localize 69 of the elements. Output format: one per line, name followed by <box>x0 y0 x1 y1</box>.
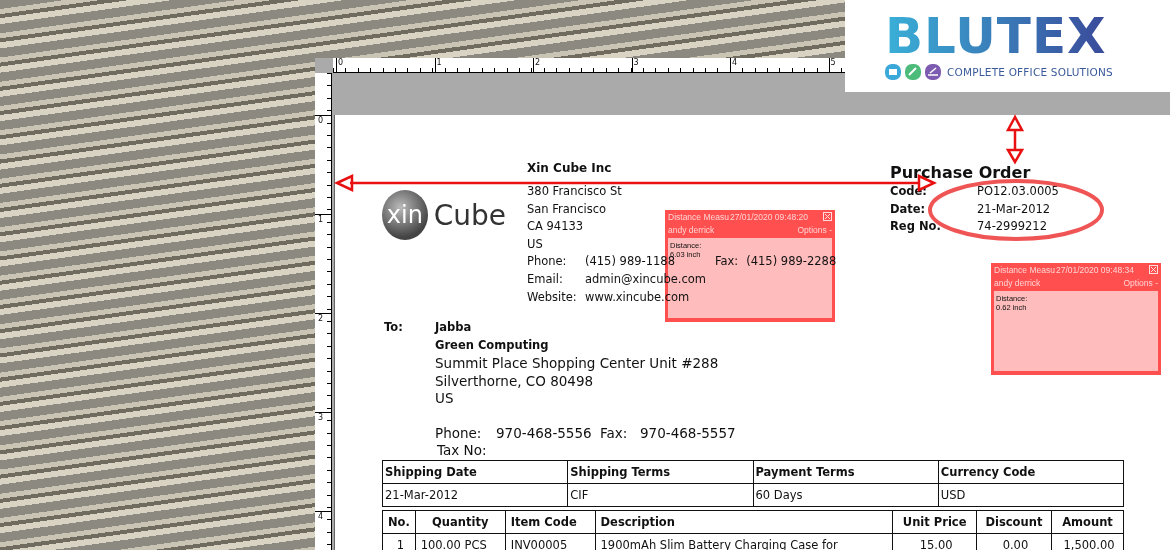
field-label: Date: <box>890 200 927 218</box>
ruler-label: 3 <box>315 412 331 511</box>
company-name: Xin Cube Inc <box>527 161 612 177</box>
field-label: Code: <box>890 183 928 200</box>
ruler-label: 3 <box>631 58 730 72</box>
table-cell: 1 <box>382 533 416 550</box>
close-icon[interactable] <box>823 212 832 221</box>
address-line: San Francisco <box>527 200 606 218</box>
ruler-label: 1 <box>315 214 331 313</box>
table-cell: 21-Mar-2012 <box>382 483 568 507</box>
table-cell: 60 Days <box>753 483 939 507</box>
column-header: Discount <box>976 510 1052 534</box>
column-header: Unit Price <box>892 510 977 534</box>
close-icon[interactable] <box>1149 265 1158 274</box>
address-line: CA 94133 <box>527 218 584 236</box>
field-label: Reg No. <box>890 218 942 236</box>
contact-label: Website: <box>527 288 578 306</box>
address-line: Summit Place Shopping Center Unit #288 <box>435 355 720 373</box>
ruler-label: 4 <box>315 511 331 550</box>
address-line: US <box>527 235 543 253</box>
column-header: Quantity <box>415 510 506 534</box>
brand-tagline: COMPLETE OFFICE SOLUTIONS <box>947 66 1113 78</box>
contact-label: Fax: <box>714 253 739 271</box>
logo-badge: xin <box>382 190 428 240</box>
contact-label: Email: <box>527 270 564 288</box>
recipient-name: Jabba <box>435 320 473 337</box>
ruler-label: 2 <box>533 58 632 72</box>
options-menu[interactable]: Options - <box>797 224 832 235</box>
recipient-label: To: <box>384 320 404 337</box>
logo-word: Cube <box>433 198 506 232</box>
address-line: 380 Francisco St <box>527 183 622 200</box>
double-arrow <box>1005 114 1025 165</box>
note-timestamp: 27/01/2020 09:48:34 <box>1055 264 1134 275</box>
contact-value: (415) 989-2288 <box>746 254 837 269</box>
column-header: Shipping Date <box>382 460 568 484</box>
field-value: 21-Mar-2012 <box>977 201 1051 216</box>
contact-label: Phone: <box>435 424 483 441</box>
office-icons <box>885 64 943 80</box>
note-title: Distance Measu <box>994 264 1055 275</box>
ruler-label: 1 <box>434 58 533 72</box>
contact-value: 970-468-5556 <box>496 424 593 441</box>
address-line: Silverthorne, CO 80498 <box>435 372 595 391</box>
column-header: Description <box>595 510 893 534</box>
note-author: andy derrick <box>994 277 1041 288</box>
tax-label: Tax No: <box>437 442 488 460</box>
ruler-label: 0 <box>336 58 435 72</box>
column-header: Shipping Terms <box>567 460 753 484</box>
field-value: PO12.03.0005 <box>977 184 1059 198</box>
column-header: Amount <box>1051 510 1124 534</box>
ruler-label: 4 <box>730 58 829 72</box>
column-header: No. <box>382 510 416 534</box>
column-header: Currency Code <box>938 460 1124 484</box>
document-title: Purchase Order <box>890 163 1032 183</box>
table-cell: USD <box>938 483 1124 507</box>
contact-label: Phone: <box>527 253 568 271</box>
field-value: 74-2999212 <box>977 219 1047 234</box>
ruler-label: 0 <box>315 115 331 214</box>
note-timestamp: 27/01/2020 09:48:20 <box>729 211 808 222</box>
contact-label: Fax: <box>600 424 629 441</box>
recipient-company: Green Computing <box>435 337 550 354</box>
note-title: Distance Measu <box>668 211 729 222</box>
note-author: andy derrick <box>668 224 715 235</box>
ruler-label: 2 <box>315 313 331 412</box>
contact-value: 970-468-5557 <box>640 424 736 441</box>
column-header: Item Code <box>505 510 596 534</box>
table-cell: CIF <box>567 483 753 507</box>
options-menu[interactable]: Options - <box>1123 277 1158 288</box>
column-header: Payment Terms <box>753 460 939 484</box>
address-line: US <box>435 390 455 408</box>
